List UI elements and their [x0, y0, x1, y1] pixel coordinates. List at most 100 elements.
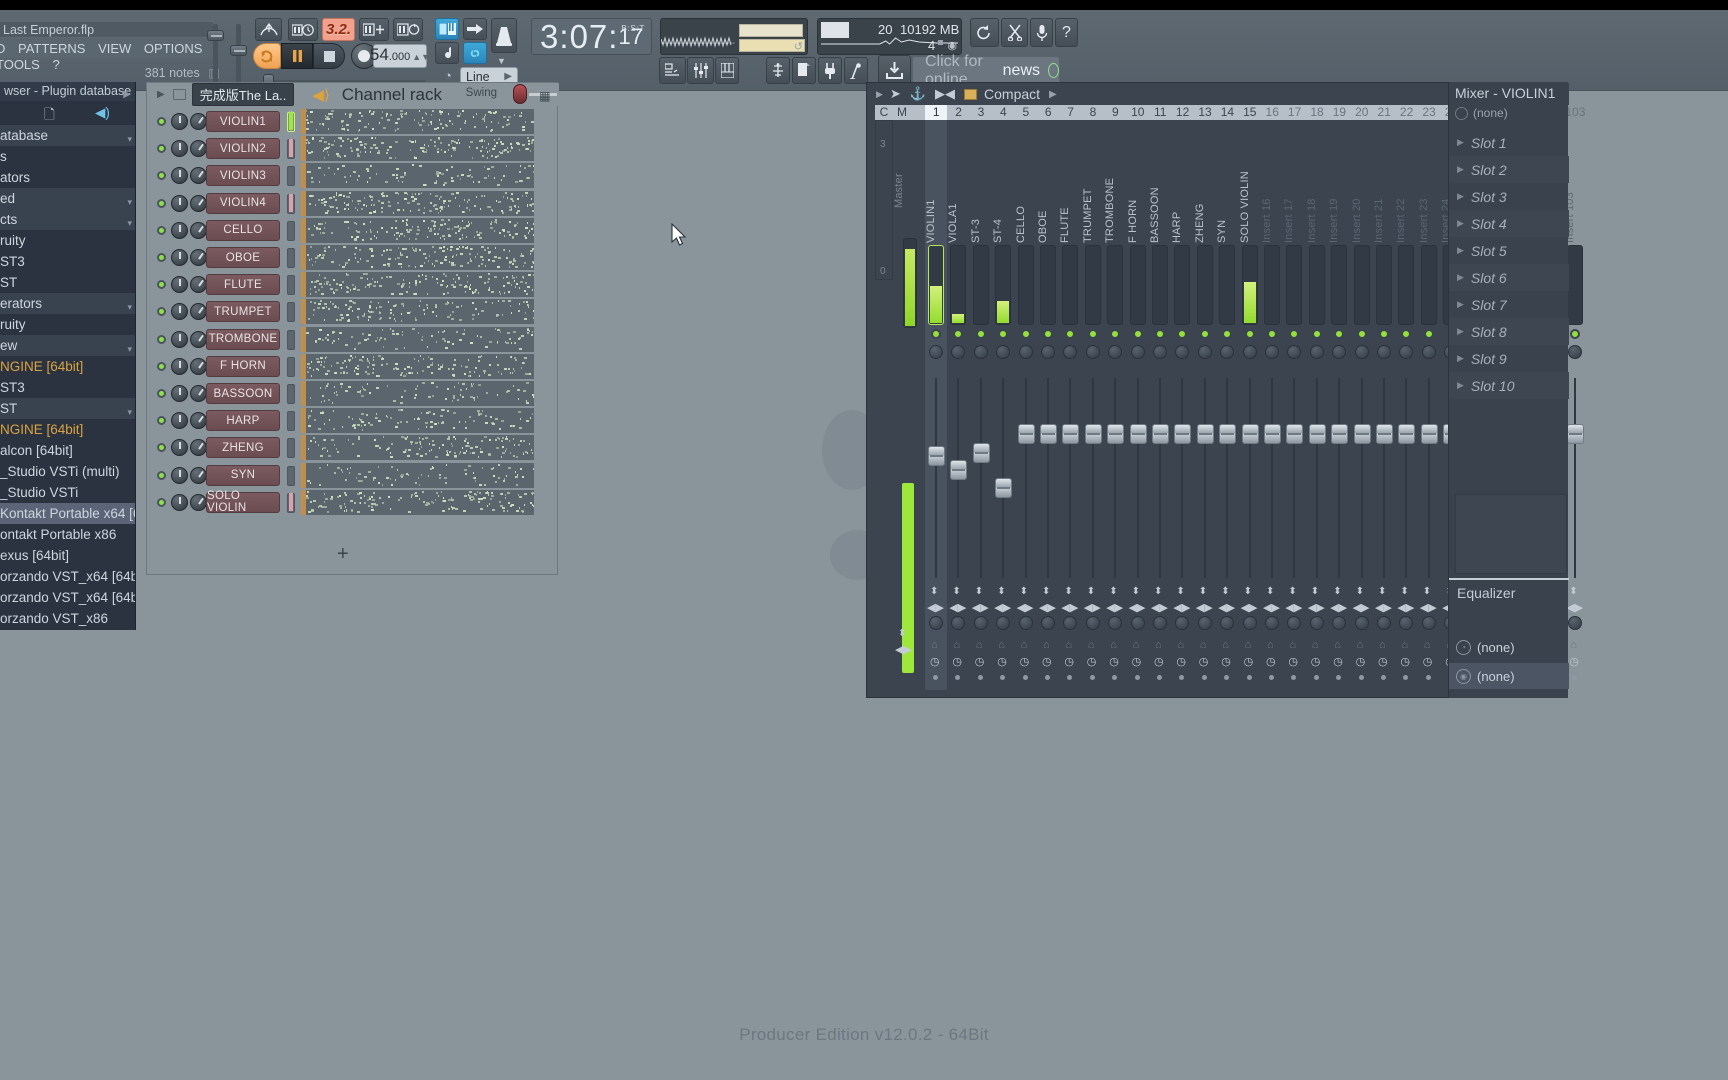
mixer-strip-fader[interactable] — [1420, 424, 1438, 444]
mixer-strip-pan-knob[interactable] — [929, 345, 943, 359]
mixer-strip-stereo-icon[interactable]: ⬍ — [1288, 586, 1296, 597]
channel-pan-knob[interactable] — [171, 194, 188, 212]
mixer-strip-record-icon[interactable] — [1018, 616, 1033, 630]
mixer-strip-enable-led[interactable] — [953, 329, 964, 339]
pattern-number-display[interactable]: 3.2. — [322, 18, 355, 41]
mixer-strip-pan-icon[interactable]: ◀▶ — [972, 601, 989, 614]
mixer-strip-stereo-icon[interactable]: ⬍ — [1311, 586, 1319, 597]
mixer-strip-pan-knob[interactable] — [973, 345, 988, 359]
mixer-strip-pan-knob[interactable] — [1332, 345, 1347, 359]
mixer-strip-dot[interactable] — [1157, 675, 1162, 680]
online-news-bar[interactable]: Click for online news — [912, 53, 1060, 88]
mixer-strip-pan-icon[interactable]: ◀▶ — [1173, 601, 1190, 614]
mixer-strip-stereo-icon[interactable]: ⬍ — [1064, 586, 1072, 597]
mixer-strip-stereo-icon[interactable]: ⬍ — [1154, 586, 1162, 597]
channel-row[interactable]: TRUMPET — [149, 298, 557, 325]
mixer-strip-enable-led[interactable] — [1043, 329, 1053, 339]
effect-slot[interactable]: ▶ Slot 4 — [1449, 210, 1569, 237]
channel-name-button[interactable]: FLUTE — [206, 274, 280, 296]
mixer-strip-clock-icon[interactable]: ◷ — [1087, 655, 1097, 668]
channel-pattern-preview[interactable] — [301, 217, 534, 243]
channel-mute-led[interactable] — [157, 497, 166, 507]
mixer-strip-stereo-icon[interactable]: ⬍ — [1400, 586, 1408, 597]
chevron-down-icon[interactable]: ▾ — [127, 213, 132, 230]
chevron-right-icon[interactable]: ▶ — [1457, 272, 1464, 283]
channel-name-button[interactable]: VIOLIN1 — [206, 111, 280, 132]
mixer-strip-pan-icon[interactable]: ◀▶ — [1285, 601, 1302, 614]
channel-volume-knob[interactable] — [190, 249, 207, 266]
mixer-strip-pan-icon[interactable]: ◀▶ — [1106, 601, 1123, 614]
mixer-strip-pan-knob[interactable] — [1242, 345, 1257, 359]
channel-volume-knob[interactable] — [190, 303, 207, 321]
mixer-strip-pan-knob[interactable] — [1085, 345, 1100, 359]
browser-item[interactable]: ruity — [0, 314, 135, 335]
master-volume-knob[interactable] — [207, 30, 224, 41]
power-icon[interactable] — [1455, 106, 1468, 120]
mixer-strip-fader[interactable] — [1567, 424, 1585, 444]
browser-item[interactable]: orzando VST_x86_2 — [0, 629, 135, 630]
menu-bar[interactable]: D PATTERNS VIEW OPTIONS TOOLS ? — [0, 41, 214, 72]
wait-for-input-icon[interactable] — [435, 42, 459, 64]
channel-row[interactable]: TROMBONE — [149, 326, 557, 353]
mixer-strip[interactable]: HARP ⬍ ◀▶ ⌂ ◷ — [1171, 120, 1193, 690]
channel-name-button[interactable]: TRUMPET — [206, 301, 280, 323]
send-b-row[interactable]: ◉ (none) — [1449, 663, 1569, 689]
swing-knob[interactable] — [513, 84, 527, 104]
mixer-strip-dot[interactable] — [955, 675, 961, 680]
mixer-strip[interactable]: Insert 16 ⬍ ◀▶ ⌂ ◷ — [1261, 120, 1283, 690]
mixer-strip-dot[interactable] — [1291, 675, 1297, 680]
grid-view-icon[interactable]: ▦ — [539, 89, 551, 103]
mixer-strip-clock-icon[interactable]: ◷ — [1423, 655, 1433, 668]
mixer-strip-pan-knob[interactable] — [996, 345, 1011, 359]
mixer-track-number[interactable]: 2 — [947, 105, 969, 120]
channel-row[interactable]: VIOLIN4 — [149, 190, 557, 217]
mixer-strip-pan-icon[interactable]: ◀▶ — [1353, 601, 1370, 614]
mixer-strip-fader[interactable] — [928, 446, 945, 466]
mixer-strip[interactable]: BASSOON ⬍ ◀▶ ⌂ ◷ — [1149, 120, 1171, 690]
mixer-plugin-panel[interactable]: (none) ▶ Slot 1 ▶ Slot 2 ▶ Slot 3 ▶ Slot 4 ▶ Slot… — [1448, 82, 1569, 698]
mixer-strip-stereo-icon[interactable]: ⬍ — [1333, 586, 1341, 597]
browser-icon[interactable] — [766, 57, 790, 84]
mixer-strip[interactable]: VIOLA1 ⬍ ◀▶ ⌂ ◷ — [947, 120, 969, 690]
effect-slot[interactable]: ▶ Slot 2 — [1449, 156, 1569, 183]
mixer-strip-pan-icon[interactable]: ◀▶ — [1308, 601, 1325, 614]
mixer-track-number[interactable]: 12 — [1171, 105, 1193, 120]
chevron-right-icon[interactable]: ▶ — [1457, 245, 1464, 256]
playlist-icon[interactable] — [659, 57, 686, 84]
add-pattern-icon[interactable] — [359, 18, 389, 41]
mixer-strips[interactable]: VIOLIN1 ⬍ ◀▶ ⌂ ◷ VIOLA1 ⬍ ◀▶ ⌂ ◷ ST-3 ⬍ ◀▶ ⌂ ◷ ST-4 ⬍ ◀▶ ⌂… — [875, 120, 1585, 690]
piano-roll-icon[interactable] — [715, 57, 739, 84]
channel-pattern-preview[interactable] — [301, 163, 534, 189]
mixer-strip-stereo-icon[interactable]: ⬍ — [930, 586, 938, 597]
mixer-strip-dot[interactable] — [1067, 675, 1073, 680]
mixer-strip-pan-icon[interactable]: ◀▶ — [1241, 601, 1258, 614]
mixer-strip-fader-track[interactable] — [1315, 378, 1318, 578]
mixer-strip-fader-track[interactable] — [1091, 378, 1094, 578]
mixer-strip-pan-knob[interactable] — [1354, 345, 1369, 359]
mixer-strip-fader[interactable] — [1084, 424, 1102, 444]
mixer-strip-send-icon[interactable]: ⌂ — [998, 639, 1005, 651]
master-pan-icon[interactable]: ◀▶ — [895, 643, 912, 656]
mixer-strip-pan-icon[interactable]: ◀▶ — [1397, 601, 1414, 614]
mixer-strip-pan-icon[interactable]: ◀▶ — [1061, 601, 1078, 614]
master-updown-icon[interactable]: ⬍ — [898, 628, 906, 639]
mixer-strip[interactable]: Insert 18 ⬍ ◀▶ ⌂ ◷ — [1306, 120, 1328, 690]
mixer-strip-fader[interactable] — [1107, 424, 1125, 444]
channel-pattern-preview[interactable] — [301, 326, 534, 352]
mixer-strip-fader-track[interactable] — [1181, 378, 1184, 578]
tempo-display[interactable]: 54.000 ▲▼ — [370, 44, 430, 68]
chevron-down-icon[interactable]: ▾ — [127, 402, 132, 419]
mixer-strip-dot[interactable] — [977, 675, 983, 680]
mixer-strip-fader[interactable] — [1174, 424, 1192, 444]
channel-pan-knob[interactable] — [171, 466, 188, 484]
mixer-strip-record-icon[interactable] — [1041, 616, 1055, 630]
mixer-strip-dot[interactable] — [1336, 675, 1342, 680]
browser-item[interactable]: cts ▾ — [0, 209, 135, 230]
browser-item[interactable]: exus [64bit] — [0, 545, 135, 566]
mixer-strip-dot[interactable] — [1358, 675, 1364, 680]
mixer-strip-enable-led[interactable] — [1401, 329, 1412, 339]
mixer-strip-stereo-icon[interactable]: ⬍ — [1378, 586, 1386, 597]
channel-row[interactable]: FLUTE — [149, 271, 557, 298]
mixer-strip[interactable]: Insert 22 ⬍ ◀▶ ⌂ ◷ — [1395, 120, 1417, 690]
mixer-strip-pan-knob[interactable] — [1018, 345, 1033, 359]
